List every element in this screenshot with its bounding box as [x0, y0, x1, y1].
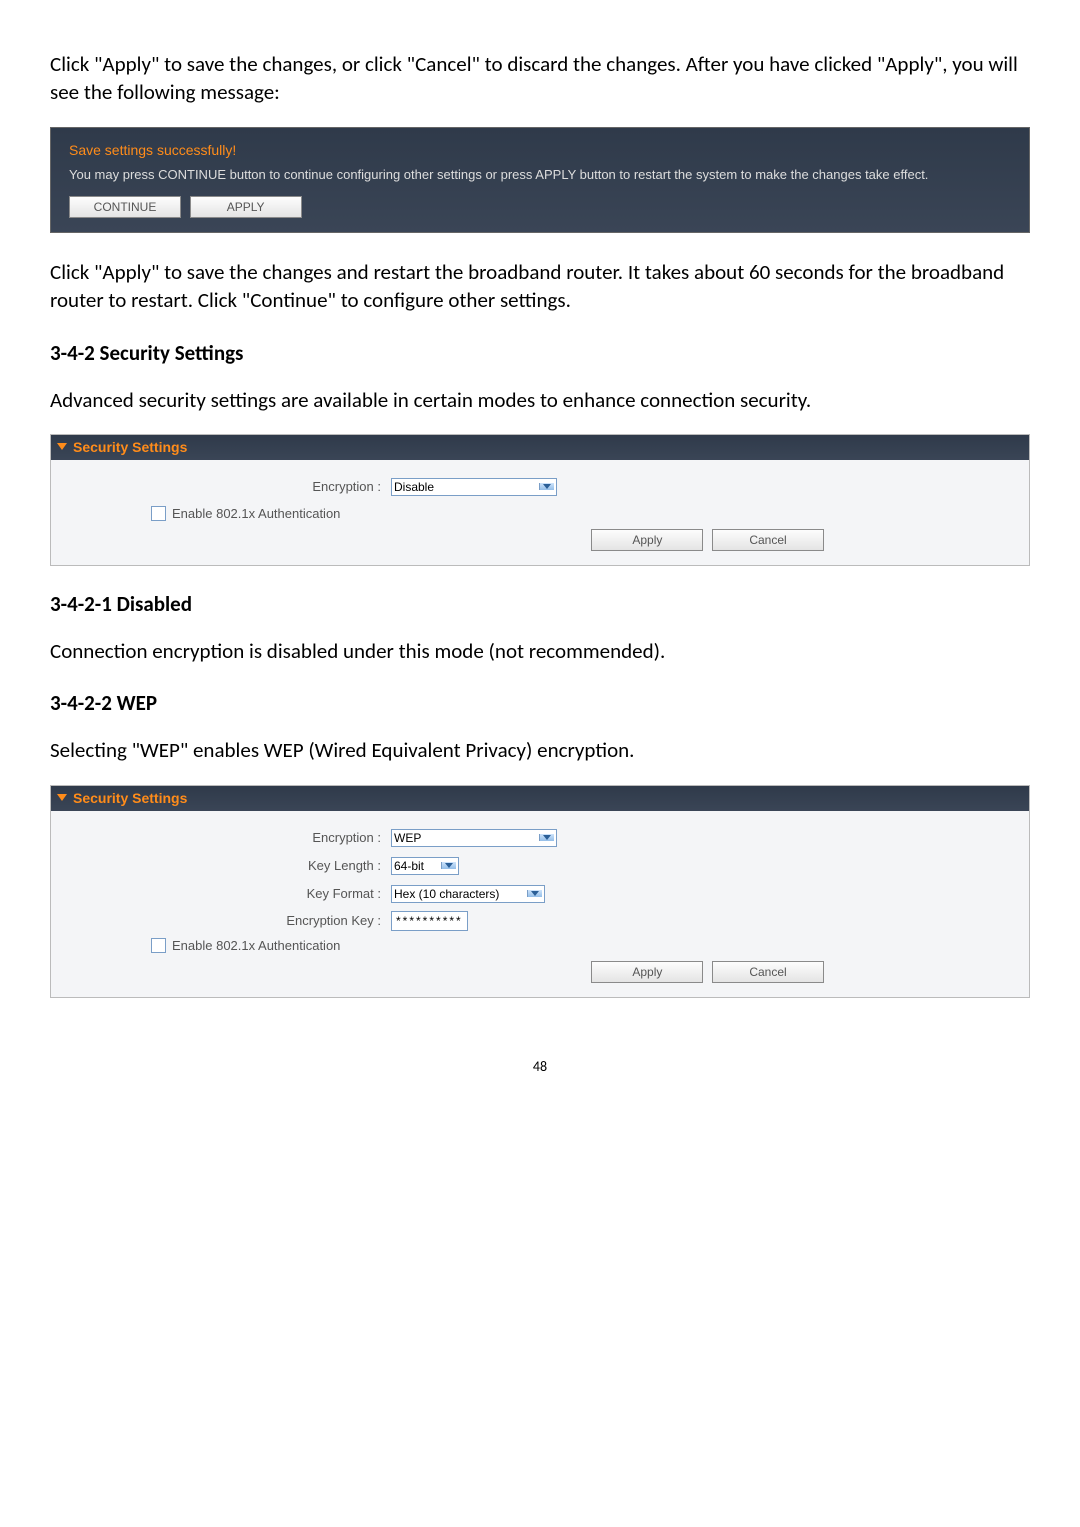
paragraph-3-4-2: Advanced security settings are available… — [50, 386, 1030, 414]
enable-8021x-label: Enable 802.1x Authentication — [172, 938, 340, 953]
save-settings-description: You may press CONTINUE button to continu… — [69, 166, 1011, 184]
intro-paragraph-2: Click "Apply" to save the changes and re… — [50, 258, 1030, 315]
chevron-down-icon — [527, 890, 542, 897]
encryption-select[interactable]: Disable — [391, 478, 557, 496]
cancel-button[interactable]: Cancel — [712, 961, 824, 983]
security-settings-header: Security Settings — [51, 435, 1029, 460]
encryption-select-value: Disable — [394, 480, 434, 494]
apply-button[interactable]: APPLY — [190, 196, 302, 218]
cancel-button[interactable]: Cancel — [712, 529, 824, 551]
chevron-down-icon — [539, 483, 554, 490]
security-settings-header-label: Security Settings — [73, 439, 187, 455]
arrow-down-icon — [57, 794, 67, 801]
key-format-label: Key Format : — [71, 886, 391, 901]
encryption-label: Encryption : — [71, 830, 391, 845]
encryption-label: Encryption : — [71, 479, 391, 494]
key-length-select[interactable]: 64-bit — [391, 857, 459, 875]
heading-3-4-2-2: 3-4-2-2 WEP — [50, 690, 1030, 716]
heading-3-4-2-1: 3-4-2-1 Disabled — [50, 591, 1030, 617]
intro-paragraph-1: Click "Apply" to save the changes, or cl… — [50, 50, 1030, 107]
enable-8021x-label: Enable 802.1x Authentication — [172, 506, 340, 521]
page-number: 48 — [50, 1058, 1030, 1075]
enable-8021x-row[interactable]: Enable 802.1x Authentication — [151, 506, 1009, 521]
security-settings-header: Security Settings — [51, 786, 1029, 811]
encryption-key-input[interactable]: ********** — [391, 911, 468, 931]
arrow-down-icon — [57, 443, 67, 450]
heading-3-4-2: 3-4-2 Security Settings — [50, 340, 1030, 366]
key-format-select-value: Hex (10 characters) — [394, 887, 499, 901]
apply-button[interactable]: Apply — [591, 961, 703, 983]
security-settings-header-label: Security Settings — [73, 790, 187, 806]
save-settings-title: Save settings successfully! — [69, 142, 1011, 158]
apply-button[interactable]: Apply — [591, 529, 703, 551]
key-length-select-value: 64-bit — [394, 859, 424, 873]
encryption-select-value: WEP — [394, 831, 421, 845]
chevron-down-icon — [539, 834, 554, 841]
encryption-key-label: Encryption Key : — [71, 913, 391, 928]
key-length-label: Key Length : — [71, 858, 391, 873]
encryption-select[interactable]: WEP — [391, 829, 557, 847]
paragraph-3-4-2-2: Selecting "WEP" enables WEP (Wired Equiv… — [50, 736, 1030, 764]
key-format-select[interactable]: Hex (10 characters) — [391, 885, 545, 903]
security-settings-panel-disable: Security Settings Encryption : Disable E… — [50, 434, 1030, 566]
security-settings-panel-wep: Security Settings Encryption : WEP Key L… — [50, 785, 1030, 998]
enable-8021x-row[interactable]: Enable 802.1x Authentication — [151, 938, 1009, 953]
enable-8021x-checkbox[interactable] — [151, 506, 166, 521]
paragraph-3-4-2-1: Connection encryption is disabled under … — [50, 637, 1030, 665]
continue-button[interactable]: CONTINUE — [69, 196, 181, 218]
chevron-down-icon — [441, 862, 456, 869]
enable-8021x-checkbox[interactable] — [151, 938, 166, 953]
save-settings-panel: Save settings successfully! You may pres… — [50, 127, 1030, 233]
